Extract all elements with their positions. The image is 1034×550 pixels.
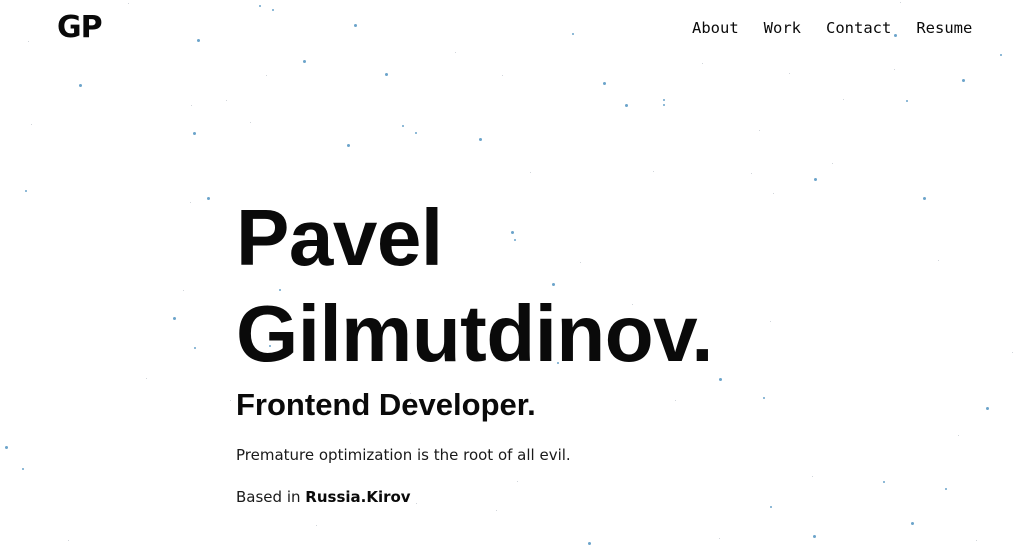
hero-role: Frontend Developer. [236,387,536,422]
star-dot [67,539,69,541]
star-dot [1011,351,1013,353]
star-dot [249,121,251,123]
star-dot [624,103,628,107]
star-dot [189,201,191,203]
star-dot [315,524,317,526]
hero-name-heading: Pavel Gilmutdinov. [236,190,713,382]
hero-location: Based in Russia.Kirov [236,487,411,507]
star-dot [145,377,147,379]
star-dot [961,78,965,82]
star-dot [772,192,774,194]
star-dot [883,481,885,483]
star-dot [415,502,417,504]
hero-quote: Premature optimization is the root of al… [236,446,571,464]
star-dot [811,475,813,477]
star-dot [192,131,196,135]
star-dot [718,377,722,381]
star-dot [495,509,497,511]
star-dot [478,137,482,141]
star-dot [663,104,665,106]
star-dot [701,62,703,64]
star-dot [587,541,591,545]
star-dot [788,72,790,74]
star-dot [196,38,200,42]
star-dot [572,33,574,35]
star-dot [30,123,32,125]
star-dot [893,68,895,70]
star-dot [190,104,192,106]
star-dot [353,23,357,27]
location-prefix: Based in [236,488,301,506]
star-dot [272,9,274,11]
star-dot [265,74,267,76]
star-dot [516,480,518,482]
star-dot [652,170,654,172]
star-dot [674,399,676,401]
star-dot [842,98,844,100]
star-dot [302,59,306,63]
star-dot [454,51,456,53]
star-dot [985,406,989,410]
star-dot [1000,54,1002,56]
star-dot [758,129,760,131]
nav-link-work[interactable]: Work [764,18,801,38]
logo-link[interactable]: GP [57,10,103,46]
star-dot [763,397,765,399]
hero-last-name: Gilmutdinov. [236,289,713,378]
hero-first-name: Pavel [236,193,443,282]
star-dot [813,177,817,181]
star-dot [910,521,914,525]
star-dot [602,81,606,85]
star-dot [957,434,959,436]
star-dot [906,100,908,102]
star-dot [769,320,771,322]
star-dot [27,40,29,42]
star-dot [663,99,665,101]
star-dot [182,289,184,291]
star-dot [937,259,939,261]
star-dot [127,2,129,4]
star-dot [945,488,947,490]
star-dot [259,5,261,7]
nav-link-about[interactable]: About [692,18,739,38]
location-value: Russia.Kirov [305,488,411,506]
star-dot [229,399,231,401]
main-nav: About Work Contact Resume [692,18,972,38]
star-dot [975,539,977,541]
star-dot [501,74,503,76]
star-dot [899,1,901,3]
star-dot [384,72,388,76]
star-dot [4,445,8,449]
star-dot [831,162,833,164]
star-dot [225,99,227,101]
star-dot [172,316,176,320]
star-dot [78,83,82,87]
star-dot [750,172,752,174]
star-dot [25,190,27,192]
star-dot [22,468,24,470]
nav-link-contact[interactable]: Contact [826,18,891,38]
nav-link-resume[interactable]: Resume [916,18,972,38]
star-dot [194,347,196,349]
star-dot [206,196,210,200]
star-dot [346,143,350,147]
star-dot [718,537,720,539]
star-dot [402,125,404,127]
star-dot [415,132,417,134]
star-dot [922,196,926,200]
star-dot [812,534,816,538]
star-dot [770,506,772,508]
star-dot [529,171,531,173]
hero-section: Pavel Gilmutdinov. Frontend Developer. P… [236,190,713,506]
